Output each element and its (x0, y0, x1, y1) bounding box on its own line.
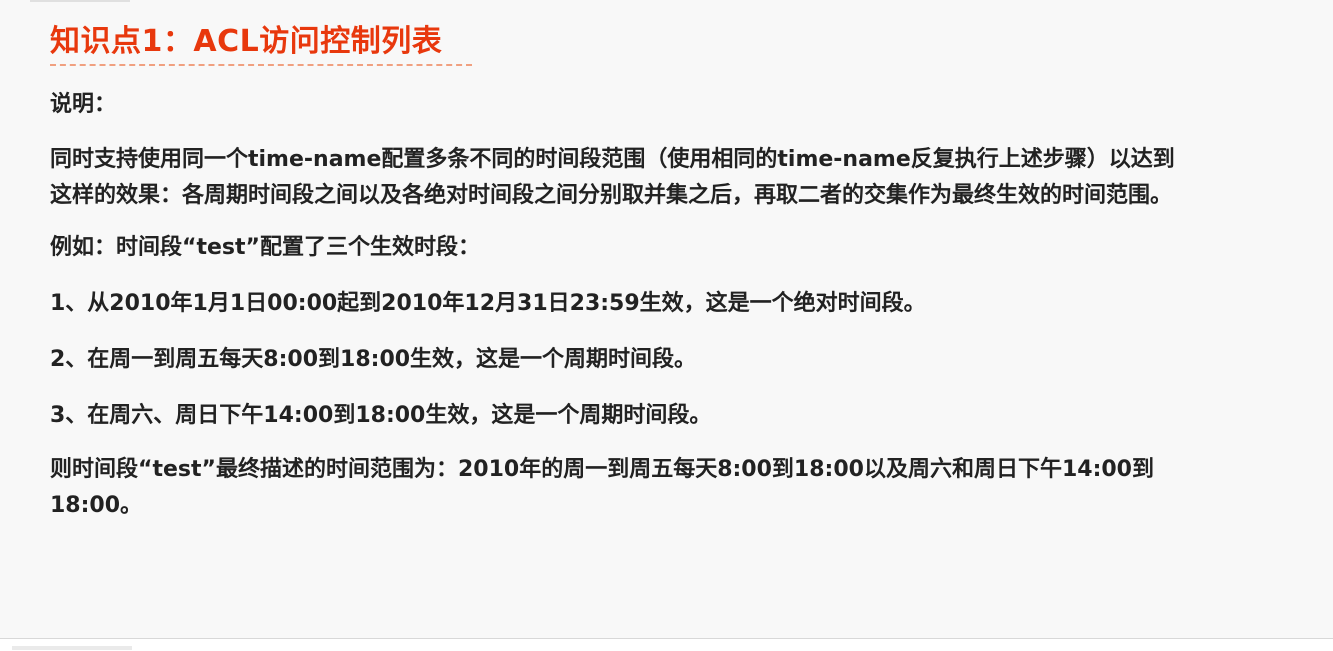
slide-content-area: 知识点1：ACL访问控制列表 说明： 同时支持使用同一个time-name配置多… (0, 0, 1333, 638)
page-title: 知识点1：ACL访问控制列表 (50, 24, 443, 59)
top-strip (30, 0, 130, 2)
intro-paragraph: 同时支持使用同一个time-name配置多条不同的时间段范围（使用相同的time… (50, 147, 1175, 208)
content-body: 说明： 同时支持使用同一个time-name配置多条不同的时间段范围（使用相同的… (50, 84, 1180, 524)
title-underline (50, 64, 472, 66)
bottom-tab (12, 646, 132, 650)
conclusion-paragraph: 则时间段“test”最终描述的时间范围为：2010年的周一到周五每天8:00到1… (50, 457, 1154, 518)
step-3: 3、在周六、周日下午14:00到18:00生效，这是一个周期时间段。 (50, 403, 712, 428)
step-2: 2、在周一到周五每天8:00到18:00生效，这是一个周期时间段。 (50, 347, 697, 372)
example-paragraph: 例如：时间段“test”配置了三个生效时段： (50, 235, 480, 260)
bottom-bar (0, 638, 1333, 651)
description-label: 说明： (50, 92, 117, 117)
step-1: 1、从2010年1月1日00:00起到2010年12月31日23:59生效，这是… (50, 291, 926, 316)
